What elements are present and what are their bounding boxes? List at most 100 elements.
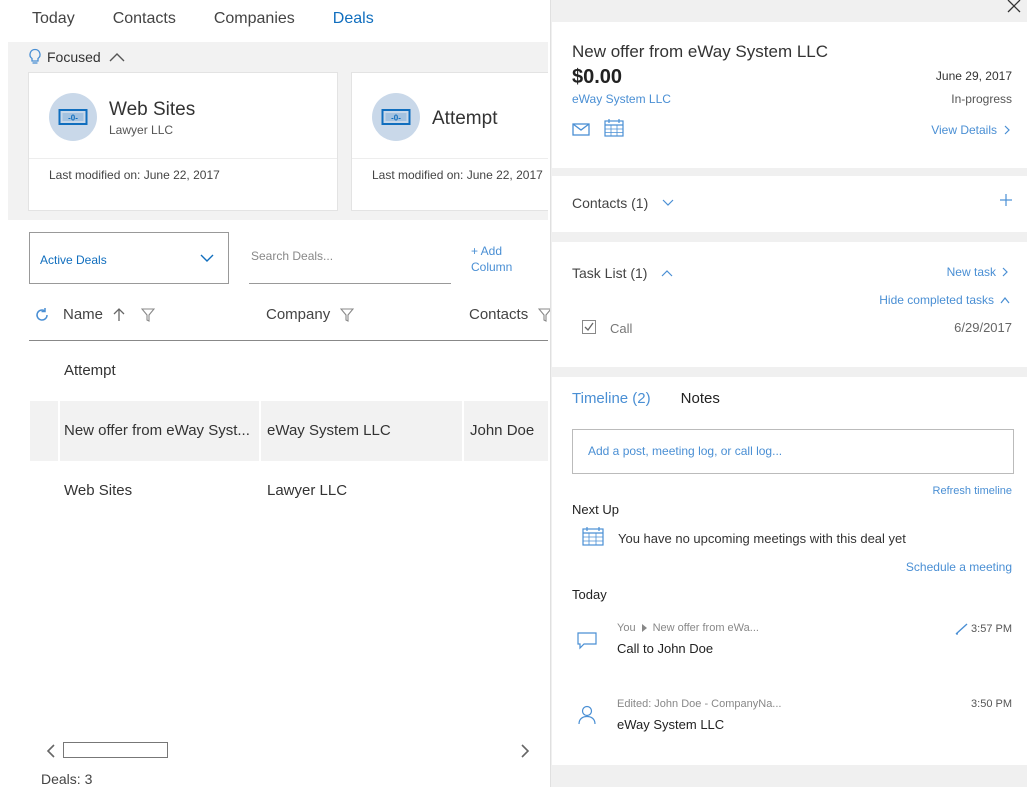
cell-company: Lawyer LLC [267,482,348,499]
card-modified-date: Last modified on: June 22, 2017 [372,168,543,182]
contacts-title: Contacts (1) [572,195,649,211]
pencil-edit-icon[interactable] [955,623,969,635]
refresh-timeline-link[interactable]: Refresh timeline [933,485,1012,497]
chevron-left-icon[interactable] [46,744,56,758]
timeline-tabs: Timeline (2) Notes [572,390,720,407]
column-header-company[interactable]: Company [266,306,355,323]
nav-tab-contacts[interactable]: Contacts [113,10,176,28]
table-row[interactable]: Attempt [30,341,548,401]
new-task-link[interactable]: New task [947,265,1008,279]
card-title: Web Sites [109,99,196,120]
deal-status: In-progress [951,92,1012,106]
entry-time: 3:50 PM [971,698,1012,710]
chevron-right-icon[interactable] [520,744,530,758]
nav-tab-companies[interactable]: Companies [214,10,295,28]
focused-card-web-sites[interactable]: -0- Web Sites Lawyer LLC Last modified o… [28,72,338,211]
deal-summary-section: New offer from eWay System LLC $0.00 Jun… [552,22,1027,168]
table-row-selected[interactable]: New offer from eWay Syst... eWay System … [30,401,548,461]
post-input-placeholder: Add a post, meeting log, or call log... [588,444,783,458]
search-input[interactable] [251,249,441,263]
svg-text:-0-: -0- [68,114,78,123]
sort-ascending-icon[interactable] [113,307,125,322]
deal-title: New offer from eWay System LLC [572,42,829,61]
deal-company-link[interactable]: eWay System LLC [572,92,671,106]
timeline-entry-meta: You New offer from eWa... [617,622,759,634]
schedule-meeting-link[interactable]: Schedule a meeting [906,560,1012,574]
money-icon: -0- [381,109,411,125]
card-modified-date: Last modified on: June 22, 2017 [49,168,220,182]
focused-card-attempt[interactable]: -0- Attempt Last modified on: June 22, 2… [351,72,548,211]
add-column-button[interactable]: + Add Column [471,243,531,275]
filter-icon[interactable] [340,307,355,322]
chevron-up-icon [662,270,673,277]
top-navigation: Today Contacts Companies Deals [32,10,374,28]
cell-name: New offer from eWay Syst... [64,422,250,439]
calendar-icon [582,527,604,546]
entry-time: 3:57 PM [971,623,1012,635]
cell-divider [462,401,464,461]
column-header-name[interactable]: Name [63,306,156,323]
refresh-icon[interactable] [34,307,50,323]
nav-tab-today[interactable]: Today [32,10,75,28]
chevron-down-icon [662,199,674,206]
new-task-label: New task [946,265,996,279]
card-title: Attempt [432,108,498,129]
tab-notes[interactable]: Notes [681,390,720,407]
close-icon[interactable] [1007,0,1021,14]
filter-icon[interactable] [141,307,156,322]
cell-contacts: John Doe [470,422,535,439]
nav-tab-deals[interactable]: Deals [333,10,374,28]
deal-avatar: -0- [49,93,97,141]
column-contacts-label: Contacts [469,306,529,323]
task-date: 6/29/2017 [954,320,1012,335]
cell-divider [259,401,261,461]
chevron-up-icon [1000,296,1010,303]
card-subtitle: Lawyer LLC [109,123,174,137]
contacts-section: Contacts (1) [552,176,1027,232]
hide-completed-tasks-link[interactable]: Hide completed tasks [879,293,1010,307]
timeline-entry-meta: Edited: John Doe - CompanyNa... [617,698,782,710]
deal-date: June 29, 2017 [935,69,1012,83]
next-up-message: You have no upcoming meetings with this … [618,531,906,546]
deal-filter-dropdown[interactable]: Active Deals [29,232,229,284]
entry-author: You [617,622,636,634]
post-input[interactable]: Add a post, meeting log, or call log... [572,429,1014,474]
table-row[interactable]: Web Sites Lawyer LLC [30,461,548,521]
deal-avatar: -0- [372,93,420,141]
view-details-label: View Details [931,123,997,137]
focused-section: Focused -0- Web Sites Lawyer LLC Last mo… [8,42,548,220]
calendar-icon[interactable] [604,119,624,137]
next-up-label: Next Up [572,502,619,517]
cell-name: Attempt [64,362,116,379]
caret-right-icon [641,624,647,632]
lightbulb-icon [29,48,41,64]
grid-header: Name Company Contacts [29,298,553,341]
view-details-link[interactable]: View Details [931,123,1010,137]
add-contact-plus-icon[interactable] [1000,194,1012,206]
chevron-right-icon [1004,125,1010,135]
cell-divider [58,401,60,461]
money-icon: -0- [58,109,88,125]
contacts-toggle[interactable]: Contacts (1) [572,195,674,211]
entry-target: New offer from eWa... [652,622,759,634]
mail-icon[interactable] [572,122,590,136]
tab-timeline[interactable]: Timeline (2) [572,390,651,407]
task-list-toggle[interactable]: Task List (1) [572,265,673,281]
task-checkbox[interactable] [582,320,596,334]
search-deals [249,233,451,284]
horizontal-scrollbar[interactable] [46,742,536,760]
hide-completed-label: Hide completed tasks [879,293,994,307]
comment-icon [577,632,597,650]
timeline-section: Timeline (2) Notes Add a post, meeting l… [552,377,1027,765]
column-header-contacts[interactable]: Contacts [469,306,553,323]
person-icon [578,705,596,725]
filter-selected-value: Active Deals [40,253,107,267]
scrollbar-thumb[interactable] [63,742,168,758]
today-label: Today [572,587,607,602]
column-name-label: Name [63,306,104,323]
task-list-title: Task List (1) [572,265,648,281]
card-header: -0- Web Sites Lawyer LLC [29,73,337,159]
focused-toggle[interactable]: Focused [28,48,125,66]
timeline-entry-text: Call to John Doe [617,641,714,656]
timeline-entry-time: 3:50 PM [971,698,1012,710]
